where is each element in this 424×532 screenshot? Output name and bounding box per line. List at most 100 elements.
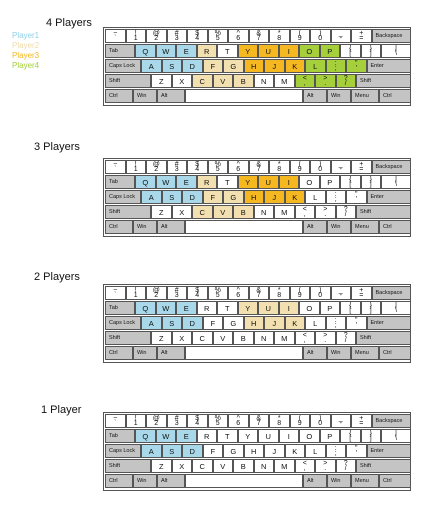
key-label: T — [224, 432, 230, 441]
key-space — [185, 474, 303, 488]
key-label: Alt — [307, 478, 314, 484]
key-t: T — [217, 301, 238, 315]
key-label: ` — [114, 420, 117, 427]
key-blank: " ' — [346, 444, 367, 458]
key-2: @2 — [146, 160, 167, 174]
key-7: & 7 — [248, 160, 269, 174]
key-d: D — [182, 444, 203, 458]
key-label: 9 — [297, 35, 302, 42]
key-d: D — [182, 316, 203, 330]
key-label: 8 — [277, 292, 282, 299]
key-label: J — [272, 447, 277, 456]
key-label: U — [265, 304, 271, 313]
key-shift: Shift — [105, 205, 151, 219]
key-r: R — [196, 44, 217, 58]
key-label: C — [199, 77, 205, 86]
key-l: L — [305, 59, 326, 73]
key-alt: Alt — [303, 474, 327, 488]
key-i: I — [278, 175, 299, 189]
key-label: 0 — [318, 166, 323, 173]
legend-player1: Player1 — [12, 31, 40, 40]
key-f: F — [202, 316, 223, 330]
key-label: Win — [331, 224, 341, 230]
key-p: P — [319, 301, 340, 315]
key-label: 4 — [195, 420, 200, 427]
key-label: S — [169, 447, 175, 456]
key-b: B — [233, 74, 254, 88]
key-label: Enter — [370, 320, 384, 326]
key-8: * 8 — [269, 414, 290, 428]
key-label: L — [313, 319, 318, 328]
key-label: N — [261, 334, 267, 343]
key-a: A — [141, 444, 162, 458]
key-space — [185, 220, 303, 234]
key-label: F — [210, 62, 216, 71]
key-blank: :; — [325, 316, 346, 330]
key-label: P — [327, 47, 333, 56]
key-4: $4 — [187, 414, 208, 428]
key-label: 2 — [154, 35, 159, 42]
key-blank: + = — [351, 286, 372, 300]
key-z: Z — [151, 331, 172, 345]
key-ctrl: Ctrl — [379, 346, 411, 360]
key-label: \ — [395, 50, 397, 57]
key-label: [ — [349, 435, 352, 442]
key-enter: Enter — [366, 190, 411, 204]
key-label: S — [169, 319, 175, 328]
key-win: Win — [133, 474, 157, 488]
key-label: I — [287, 304, 290, 313]
key-w: W — [155, 44, 176, 58]
key-label: , — [303, 337, 306, 344]
key-label: L — [313, 193, 318, 202]
legend-player4: Player4 — [12, 61, 40, 70]
key-label: R — [204, 432, 210, 441]
key-label: / — [344, 337, 347, 344]
key-menu: Menu — [351, 346, 379, 360]
key-blank: _ - — [330, 160, 351, 174]
key-label: C — [199, 334, 205, 343]
key-2: @2 — [146, 414, 167, 428]
key-1: ! 1 — [125, 160, 146, 174]
key-label: G — [230, 447, 237, 456]
key-i: I — [278, 44, 299, 58]
key-x: X — [171, 205, 192, 219]
key-label: ' — [355, 196, 357, 203]
key-q: Q — [135, 301, 156, 315]
key-label: Alt — [307, 350, 314, 356]
key-label: Ctrl — [109, 350, 118, 356]
key-caps-lock: Caps Lock — [105, 59, 141, 73]
key-shift: Shift — [356, 459, 411, 473]
key-label: A — [148, 319, 154, 328]
key-label: V — [220, 334, 226, 343]
key-label: Z — [158, 77, 164, 86]
key-6: ^ 6 — [228, 29, 249, 43]
key-label: G — [230, 62, 237, 71]
key-label: Win — [331, 350, 341, 356]
key-label: Win — [137, 478, 147, 484]
keyboard-3-players: ~ `! 1 @2 #3 $4% 5 ^ 6 & 7 * 8(9) 0 _ - + = Backspace Tab Q W… — [103, 158, 411, 237]
key-shift: Shift — [105, 459, 151, 473]
key-ctrl: Ctrl — [105, 474, 133, 488]
key-5: % 5 — [207, 286, 228, 300]
key-label: I — [287, 178, 290, 187]
key-label: C — [199, 208, 205, 217]
key-label: J — [272, 62, 277, 71]
key-label: 9 — [297, 292, 302, 299]
key-label: Win — [137, 224, 147, 230]
key-label: Q — [142, 304, 149, 313]
key-label: U — [265, 432, 271, 441]
key-blank: _ - — [330, 29, 351, 43]
key-label: U — [265, 47, 271, 56]
key-p: P — [319, 44, 340, 58]
key-label: M — [281, 462, 288, 471]
key-o: O — [299, 175, 320, 189]
key-alt: Alt — [157, 89, 185, 103]
key-label: M — [281, 77, 288, 86]
keyboard-1-player: ~ `! 1 @2 #3 $4% 5 ^ 6 & 7 * 8(9) 0 _ - + = Backspace Tab Q W… — [103, 412, 411, 491]
key-blank: ~ ` — [105, 29, 126, 43]
key-3: #3 — [166, 29, 187, 43]
key-label: Tab — [109, 179, 118, 185]
key-label: Alt — [307, 93, 314, 99]
key-label: A — [148, 62, 154, 71]
section-title-1-player: 1 Player — [41, 404, 82, 416]
